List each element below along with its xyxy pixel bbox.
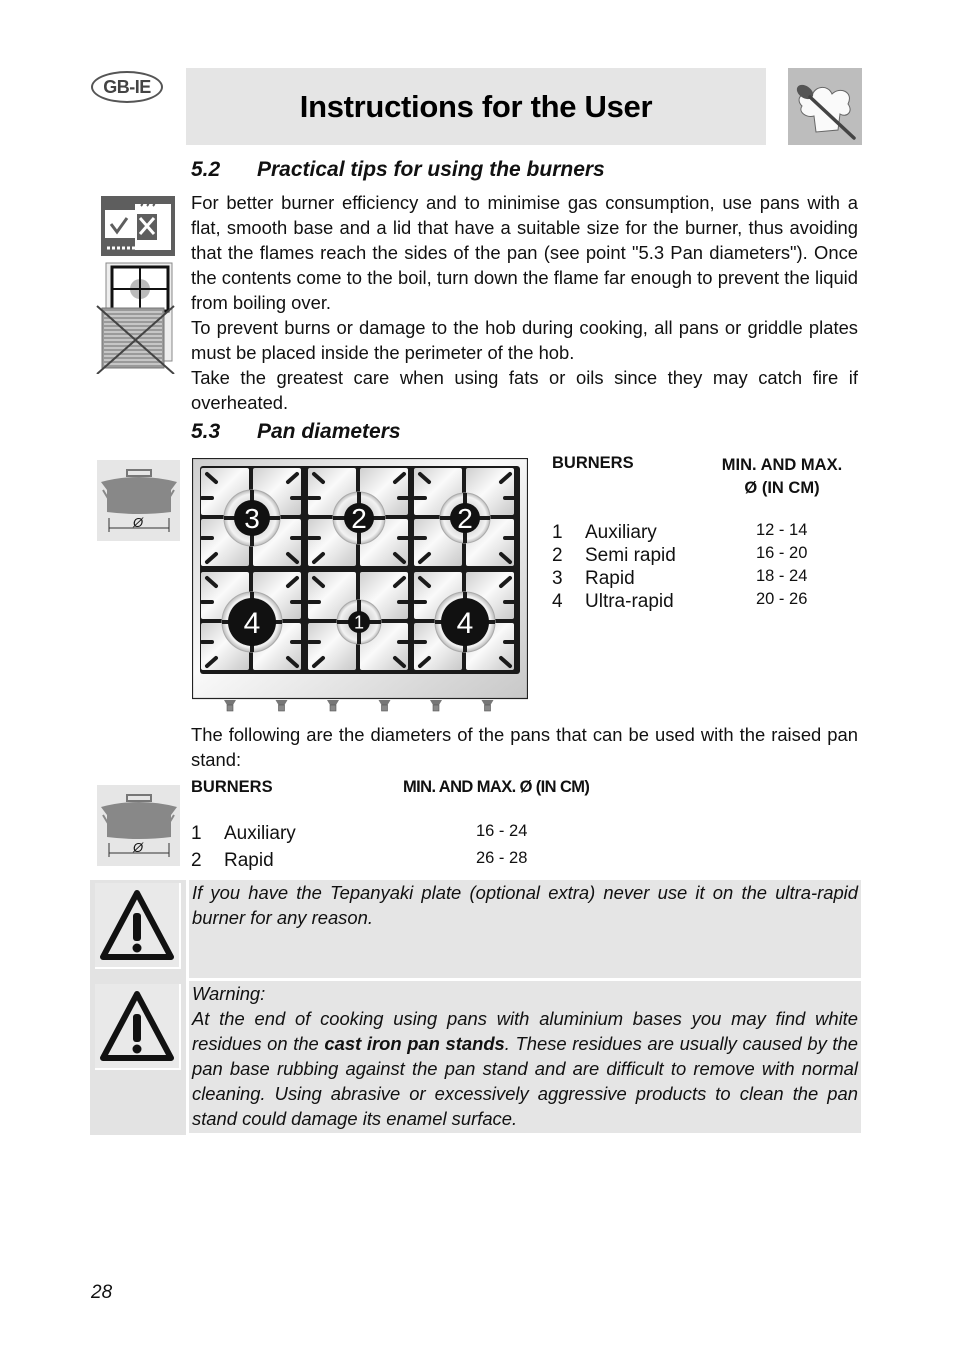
diameter-range: 18 - 24 bbox=[756, 567, 808, 585]
burner-number-label: 2 bbox=[457, 503, 473, 534]
paragraph: To prevent burns or damage to the hob du… bbox=[191, 317, 858, 363]
section-title: Practical tips for using the burners bbox=[257, 158, 605, 181]
control-knob-stem bbox=[432, 704, 440, 712]
raised-pan-stand-table: BURNERS MIN. AND MAX. Ø (IN CM) 1 Auxilia… bbox=[191, 776, 651, 876]
warning-box-aluminium: Warning: At the end of cooking using pan… bbox=[189, 981, 861, 1133]
burner-name: Auxiliary bbox=[224, 823, 296, 844]
raised-stand-intro: The following are the diameters of the p… bbox=[191, 724, 858, 770]
section-number: 5.3 bbox=[191, 420, 221, 443]
column-header-burners: BURNERS bbox=[191, 778, 273, 796]
burner-number-label: 4 bbox=[244, 607, 261, 640]
burner-number: 3 bbox=[552, 568, 563, 589]
column-header-diameter: MIN. AND MAX. Ø (IN CM) bbox=[702, 454, 862, 500]
column-header-burners: BURNERS bbox=[552, 454, 634, 472]
warning-text: If you have the Tepanyaki plate (optiona… bbox=[192, 882, 858, 928]
warning-body: Warning: At the end of cooking using pan… bbox=[189, 981, 861, 1131]
control-knob bbox=[327, 700, 339, 705]
burner-number: 2 bbox=[552, 545, 563, 566]
diameter-range: 16 - 24 bbox=[476, 822, 528, 840]
section-title: Pan diameters bbox=[257, 420, 401, 443]
pan-diameter-icon: Ø bbox=[97, 460, 180, 541]
warning-box-tepanyaki: If you have the Tepanyaki plate (optiona… bbox=[189, 880, 861, 978]
column-header-diameter: MIN. AND MAX. Ø (IN CM) bbox=[403, 778, 590, 796]
control-knob bbox=[275, 700, 288, 705]
page-title: Instructions for the User bbox=[299, 88, 653, 124]
burner-number-label: 2 bbox=[351, 503, 367, 534]
pan-diameter-icon: Ø bbox=[97, 785, 180, 866]
warning-text: At the end of cooking using pans with al… bbox=[192, 1006, 858, 1131]
table-row: 2 Rapid 26 - 28 bbox=[191, 849, 651, 876]
burner-name: Ultra-rapid bbox=[585, 591, 674, 612]
table-row: 1 Auxiliary 12 - 14 bbox=[552, 521, 862, 544]
burner-number-label: 3 bbox=[244, 503, 260, 534]
burner-number-label: 1 bbox=[354, 612, 364, 632]
control-knob-stem bbox=[484, 704, 491, 712]
burner-number-label: 4 bbox=[457, 607, 474, 640]
hob-diagram: 3 2 2 4 1 4 bbox=[191, 457, 529, 714]
title-bar: Instructions for the User bbox=[186, 68, 766, 145]
burner-number: 2 bbox=[191, 850, 202, 871]
warning-triangle-icon bbox=[95, 984, 181, 1070]
diameter-range: 16 - 20 bbox=[756, 544, 808, 562]
header-line: MIN. AND MAX. bbox=[721, 456, 843, 474]
burner-name: Auxiliary bbox=[585, 522, 657, 543]
table-row: 2 Semi rapid 16 - 20 bbox=[552, 544, 862, 567]
diameter-symbol: Ø bbox=[133, 515, 144, 530]
control-knob-stem bbox=[329, 704, 337, 712]
burner-name: Rapid bbox=[585, 568, 635, 589]
pan-flame-check-icon bbox=[101, 196, 175, 256]
paragraph: For better burner efficiency and to mini… bbox=[191, 192, 858, 313]
section-heading-5-2: 5.2 Practical tips for using the burners bbox=[191, 158, 605, 182]
burner-number: 4 bbox=[552, 591, 563, 612]
diameter-range: 20 - 26 bbox=[756, 590, 808, 608]
pan-diameters-table: BURNERS MIN. AND MAX. Ø (IN CM) 1 Auxilia… bbox=[552, 452, 862, 617]
page-number: 28 bbox=[91, 1282, 113, 1303]
burner-name: Rapid bbox=[224, 850, 274, 871]
table-row: 3 Rapid 18 - 24 bbox=[552, 567, 862, 590]
diameter-range: 12 - 14 bbox=[756, 521, 808, 539]
paragraph: Take the greatest care when using fats o… bbox=[191, 367, 858, 413]
chef-hat-spoon-icon bbox=[788, 68, 862, 145]
warning-heading: Warning: bbox=[192, 983, 266, 1004]
burner-number: 1 bbox=[191, 823, 202, 844]
table-row: 1 Auxiliary 16 - 24 bbox=[191, 822, 651, 849]
burner-name: Semi rapid bbox=[585, 545, 676, 566]
section-5-2-body: For better burner efficiency and to mini… bbox=[191, 190, 858, 415]
griddle-plate-crossed-icon bbox=[96, 262, 176, 375]
diameter-range: 26 - 28 bbox=[476, 849, 528, 867]
burner-number: 1 bbox=[552, 522, 563, 543]
control-knob-stem bbox=[226, 704, 234, 712]
section-heading-5-3: 5.3 Pan diameters bbox=[191, 420, 401, 444]
language-badge: GB-IE bbox=[91, 71, 163, 103]
control-knob bbox=[430, 700, 442, 705]
control-knob bbox=[481, 700, 494, 705]
control-knob bbox=[378, 700, 391, 705]
table-row: 4 Ultra-rapid 20 - 26 bbox=[552, 590, 862, 613]
control-knob-stem bbox=[278, 704, 285, 712]
warning-triangle-icon bbox=[95, 883, 181, 969]
control-knob bbox=[224, 700, 236, 705]
table-body: 1 Auxiliary 12 - 14 2 Semi rapid 16 - 20 3 Rapi… bbox=[552, 521, 862, 613]
diameter-symbol: Ø bbox=[133, 840, 144, 855]
control-knob-stem bbox=[381, 704, 388, 712]
header-line: Ø (IN CM) bbox=[744, 479, 820, 497]
bold-term: cast iron pan stands bbox=[324, 1033, 505, 1054]
table-body: 1 Auxiliary 16 - 24 2 Rapid 26 - 28 bbox=[191, 822, 651, 876]
section-number: 5.2 bbox=[191, 158, 221, 181]
